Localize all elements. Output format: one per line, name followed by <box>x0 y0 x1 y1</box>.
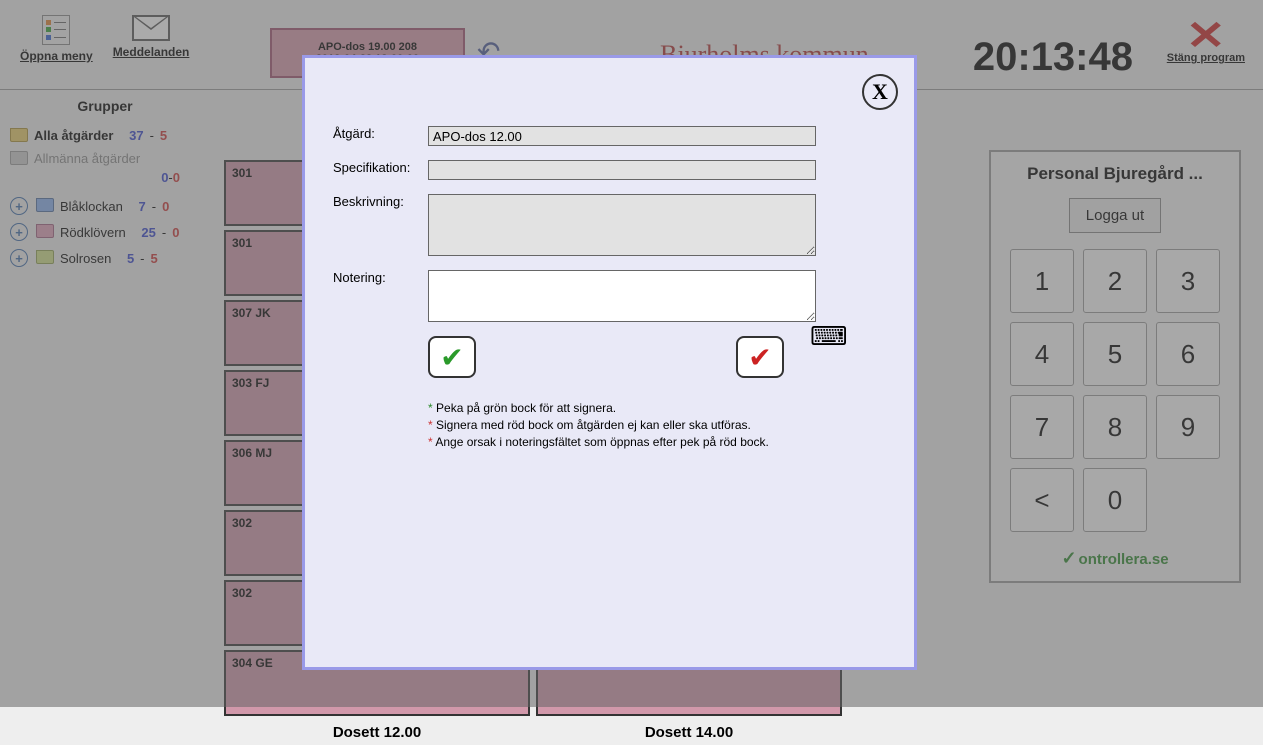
not-label: Notering: <box>333 270 428 285</box>
spec-label: Specifikation: <box>333 160 428 175</box>
close-modal-button[interactable]: X <box>862 74 898 110</box>
sign-green-button[interactable]: ✔ <box>428 336 476 378</box>
signing-modal: X Åtgärd: Specifikation: Beskrivning: No… <box>302 55 917 670</box>
besk-label: Beskrivning: <box>333 194 428 209</box>
keyboard-icon[interactable]: ⌨ <box>810 321 848 352</box>
besk-field <box>428 194 816 256</box>
sign-red-button[interactable]: ✔ <box>736 336 784 378</box>
atgard-label: Åtgärd: <box>333 126 428 141</box>
atgard-field <box>428 126 816 146</box>
spec-field <box>428 160 816 180</box>
column-footer: Dosett 12.00 <box>224 720 530 745</box>
hints: * Peka på grön bock för att signera. * S… <box>428 400 894 450</box>
notering-field[interactable] <box>428 270 816 322</box>
column-footer: Dosett 14.00 <box>536 720 842 745</box>
